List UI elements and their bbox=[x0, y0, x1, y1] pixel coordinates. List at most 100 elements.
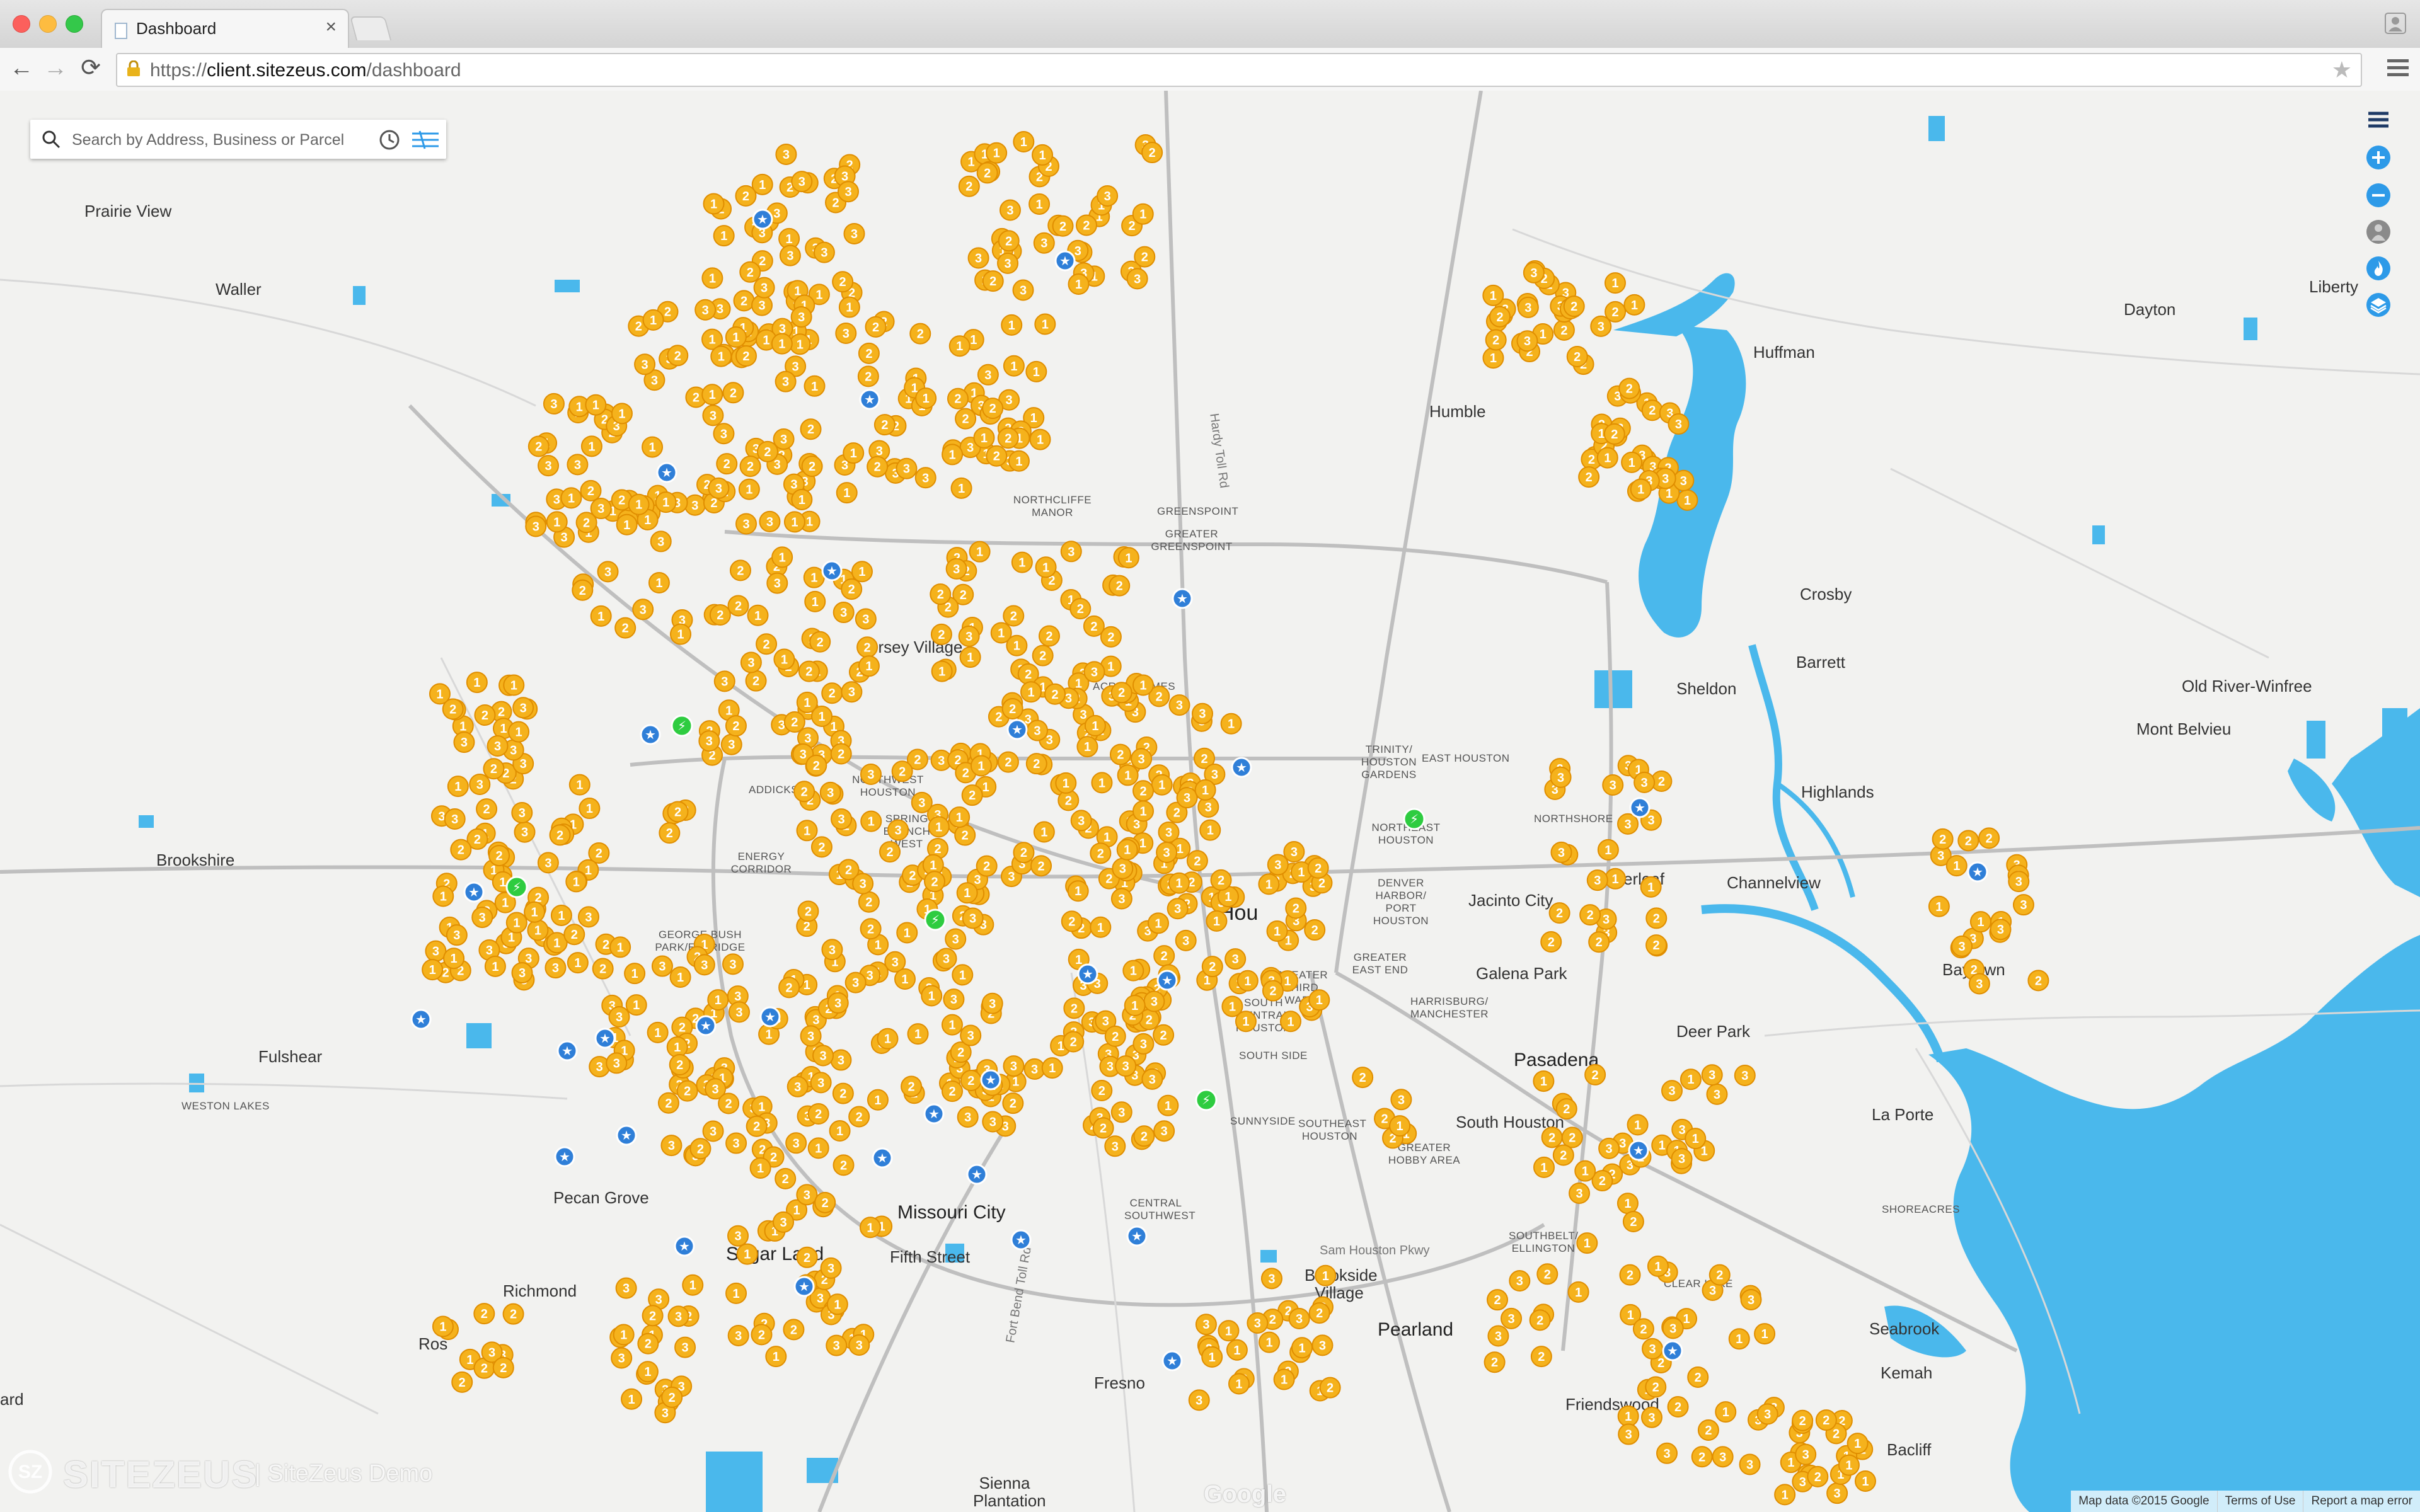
browser-menu-button[interactable] bbox=[2387, 55, 2409, 80]
location-marker[interactable]: 2 bbox=[1561, 1126, 1583, 1148]
location-marker[interactable]: 2 bbox=[1552, 1144, 1574, 1166]
location-marker[interactable]: 1 bbox=[931, 660, 953, 682]
location-marker[interactable]: 3 bbox=[779, 244, 801, 266]
location-marker[interactable]: 1 bbox=[1235, 1011, 1257, 1033]
location-marker[interactable]: 2 bbox=[1622, 1211, 1644, 1233]
location-marker[interactable]: 2 bbox=[1579, 904, 1601, 926]
location-marker[interactable]: 3 bbox=[1168, 694, 1190, 716]
location-marker[interactable]: 3 bbox=[819, 781, 841, 803]
location-marker[interactable]: 2 bbox=[756, 633, 778, 655]
location-marker[interactable]: 2 bbox=[488, 845, 510, 867]
location-marker[interactable]: 2 bbox=[549, 824, 571, 846]
location-marker[interactable]: 2 bbox=[865, 316, 887, 338]
location-marker[interactable]: 3 bbox=[1141, 1068, 1163, 1090]
location-marker[interactable]: 3 bbox=[597, 561, 619, 583]
location-marker[interactable]: 1 bbox=[804, 590, 826, 612]
location-marker[interactable]: 2 bbox=[739, 261, 761, 283]
location-marker[interactable]: 3 bbox=[759, 510, 781, 532]
location-marker[interactable]: 3 bbox=[1701, 1064, 1723, 1086]
location-marker[interactable]: 3 bbox=[538, 455, 560, 477]
location-marker[interactable]: 1 bbox=[579, 798, 601, 820]
location-marker[interactable]: 1 bbox=[624, 963, 646, 985]
location-marker[interactable]: 3 bbox=[660, 1135, 683, 1157]
location-marker[interactable]: 3 bbox=[896, 457, 918, 479]
location-marker[interactable]: 2 bbox=[800, 418, 822, 440]
location-marker[interactable]: 2 bbox=[814, 1191, 836, 1213]
location-marker[interactable]: 2 bbox=[676, 1080, 698, 1102]
location-marker[interactable]: 3 bbox=[1569, 1182, 1591, 1204]
location-marker[interactable]: 2 bbox=[1304, 919, 1326, 941]
location-marker[interactable]: 3 bbox=[1267, 854, 1289, 876]
location-marker[interactable]: 2 bbox=[961, 784, 983, 806]
location-marker[interactable]: 1 bbox=[907, 1023, 929, 1045]
location-marker[interactable]: 2 bbox=[1548, 902, 1570, 924]
location-marker[interactable]: 3 bbox=[982, 1111, 1004, 1133]
location-marker[interactable]: 1 bbox=[1076, 736, 1098, 758]
location-marker[interactable]: 3 bbox=[852, 873, 874, 895]
location-marker[interactable]: 2 bbox=[830, 743, 852, 765]
location-marker[interactable]: 3 bbox=[514, 821, 536, 843]
location-marker[interactable]: 1 bbox=[1013, 130, 1035, 152]
location-marker[interactable]: 1 bbox=[1533, 1156, 1555, 1178]
store-marker[interactable]: ★ bbox=[966, 1164, 988, 1185]
heatmap-icon[interactable] bbox=[2366, 256, 2391, 281]
location-marker[interactable]: 3 bbox=[943, 988, 965, 1011]
location-marker[interactable]: 1 bbox=[1266, 920, 1288, 942]
location-marker[interactable]: 3 bbox=[791, 171, 813, 193]
location-marker[interactable]: 3 bbox=[1176, 787, 1198, 809]
location-marker[interactable]: 3 bbox=[751, 294, 773, 316]
location-marker[interactable]: 1 bbox=[616, 513, 638, 536]
location-marker[interactable]: 2 bbox=[1210, 869, 1232, 891]
location-marker[interactable]: 3 bbox=[577, 906, 599, 928]
location-marker[interactable]: 3 bbox=[1501, 1307, 1523, 1329]
location-marker[interactable]: 2 bbox=[1541, 1126, 1563, 1148]
location-marker[interactable]: 3 bbox=[1586, 869, 1608, 891]
location-marker[interactable]: 1 bbox=[838, 296, 860, 318]
location-marker[interactable]: 2 bbox=[873, 414, 896, 436]
location-marker[interactable]: 3 bbox=[1826, 1482, 1848, 1504]
location-marker[interactable]: 1 bbox=[796, 691, 818, 713]
location-marker[interactable]: 1 bbox=[765, 1346, 787, 1368]
location-marker[interactable]: 1 bbox=[941, 1014, 963, 1036]
location-marker[interactable]: 3 bbox=[945, 928, 967, 950]
location-marker[interactable]: 3 bbox=[1550, 841, 1572, 863]
location-marker[interactable]: 1 bbox=[560, 487, 582, 509]
location-marker[interactable]: 2 bbox=[709, 604, 731, 626]
location-marker[interactable]: 3 bbox=[911, 791, 933, 813]
location-marker[interactable]: 1 bbox=[1084, 714, 1106, 736]
location-marker[interactable]: 3 bbox=[1598, 1137, 1620, 1159]
zoom-in-icon[interactable] bbox=[2366, 145, 2391, 170]
minimize-window-button[interactable] bbox=[39, 15, 57, 33]
location-marker[interactable]: 1 bbox=[609, 936, 631, 958]
location-marker[interactable]: 1 bbox=[710, 345, 732, 367]
location-marker[interactable]: 1 bbox=[1273, 1368, 1295, 1390]
location-marker[interactable]: 1 bbox=[611, 403, 633, 425]
location-marker[interactable]: 2 bbox=[1285, 897, 1307, 919]
location-marker[interactable]: 3 bbox=[820, 1257, 842, 1279]
location-marker[interactable]: 2 bbox=[1667, 1396, 1689, 1418]
location-marker[interactable]: 2 bbox=[998, 230, 1020, 252]
location-marker[interactable]: 3 bbox=[1618, 1423, 1640, 1445]
location-marker[interactable]: 1 bbox=[1028, 193, 1051, 215]
location-marker[interactable]: 2 bbox=[1002, 1092, 1024, 1114]
location-marker[interactable]: 2 bbox=[976, 855, 998, 877]
location-marker[interactable]: 2 bbox=[2027, 970, 2049, 992]
location-marker[interactable]: 1 bbox=[969, 541, 991, 563]
location-marker[interactable]: 2 bbox=[833, 1154, 855, 1176]
location-marker[interactable]: 2 bbox=[572, 579, 594, 601]
location-marker[interactable]: 3 bbox=[2012, 894, 2034, 916]
location-marker[interactable]: 3 bbox=[1195, 1314, 1217, 1336]
location-marker[interactable]: 3 bbox=[608, 1006, 630, 1028]
location-marker[interactable]: 1 bbox=[950, 477, 972, 499]
location-marker[interactable]: 3 bbox=[800, 1025, 822, 1047]
location-marker[interactable]: 2 bbox=[1645, 1376, 1667, 1398]
location-marker[interactable]: 1 bbox=[959, 646, 981, 668]
location-marker[interactable]: 1 bbox=[1201, 1346, 1223, 1368]
location-marker[interactable]: 3 bbox=[1012, 279, 1034, 301]
store-marker[interactable]: ★ bbox=[793, 1276, 815, 1297]
location-marker[interactable]: 2 bbox=[1540, 931, 1562, 953]
location-marker[interactable]: 3 bbox=[1104, 1135, 1126, 1157]
location-marker[interactable]: 1 bbox=[894, 968, 916, 990]
location-marker[interactable]: 1 bbox=[1728, 1328, 1750, 1350]
green-marker[interactable]: ⚡ bbox=[1403, 808, 1426, 830]
